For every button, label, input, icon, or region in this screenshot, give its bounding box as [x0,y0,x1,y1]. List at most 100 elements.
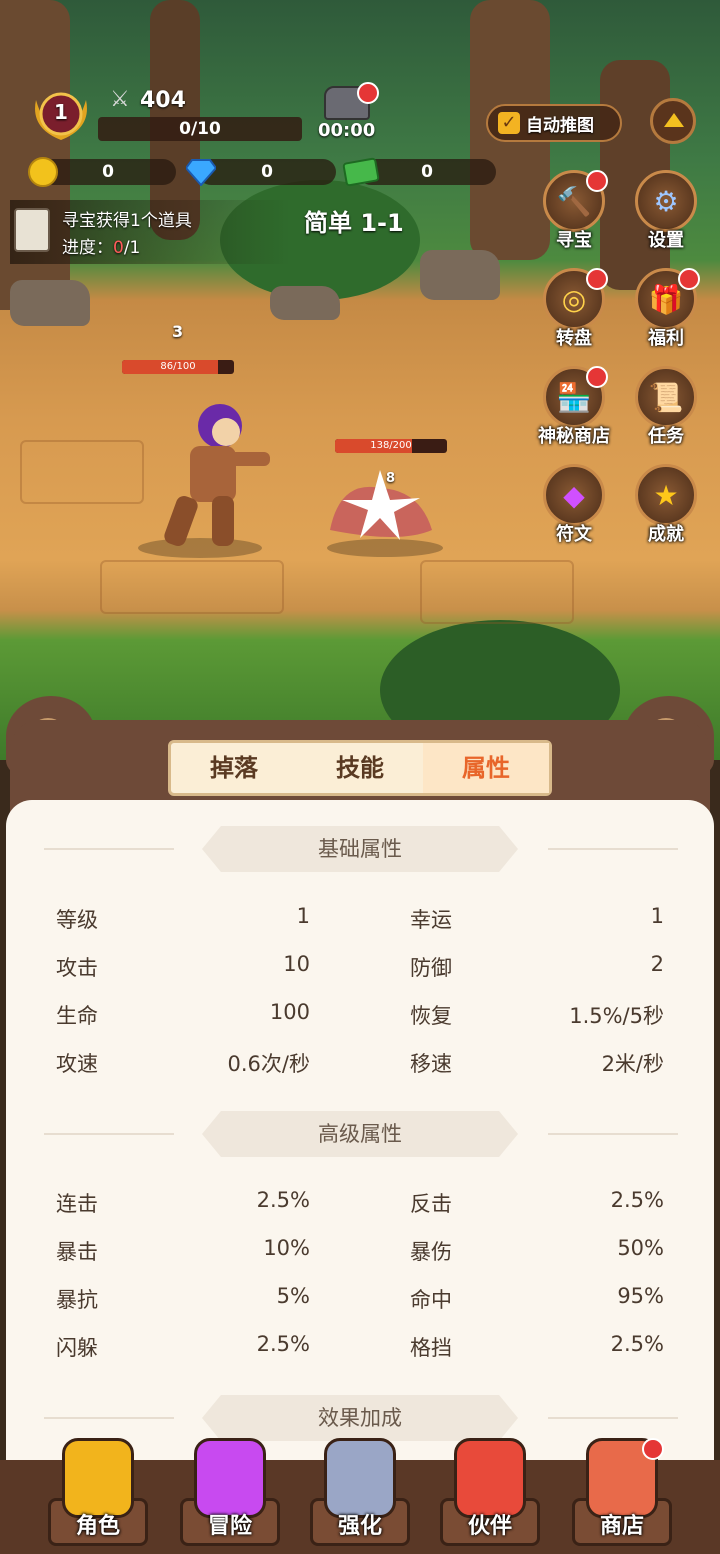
side-button-6[interactable]: ◆ 符文 [532,464,616,554]
attribute-value: 95% [617,1284,664,1308]
attribute-row: 生命 100 [56,1000,310,1036]
exp-bar: 0/10 [98,117,302,141]
side-button-label: 转盘 [556,328,592,349]
quest-title: 寻宝获得1个道具 [62,211,192,231]
quest-progress: 进度：0/1 [62,233,140,258]
tab-drops[interactable]: 掉落 [171,743,297,793]
collapse-button[interactable] [650,98,696,144]
notification-dot [586,170,608,192]
quest-progress-total: /1 [123,238,141,258]
attribute-name: 暴抗 [56,1288,98,1312]
nav-label: 角色 [75,1514,120,1539]
player-hp-text: 86/100 [160,361,196,372]
nav-portal[interactable]: 冒险 [174,1438,286,1550]
exp-text: 0/10 [179,119,221,139]
attribute-row: 连击 2.5% [56,1188,310,1224]
diamond-value: 0 [261,162,273,182]
side-button-label: 寻宝 [556,230,592,251]
attribute-name: 攻速 [56,1052,98,1076]
attribute-value: 1.5%/5秒 [569,1004,664,1028]
side-button-label: 神秘商店 [538,426,610,447]
attribute-value: 5% [276,1284,310,1308]
side-button-7[interactable]: ★ 成就 [624,464,708,554]
attribute-name: 防御 [410,956,452,980]
attribute-value: 2.5% [610,1332,664,1356]
attribute-value: 1 [296,904,310,928]
armor-icon [62,1438,134,1518]
effect-section-title: 效果加成 [202,1395,518,1441]
portal-icon [194,1438,266,1518]
level-badge[interactable]: 1 [28,88,94,140]
side-button-0[interactable]: 🔨 寻宝 [532,170,616,260]
attribute-row: 暴击 10% [56,1236,310,1272]
nav-companions[interactable]: 伙伴 [434,1438,546,1550]
cash-counter: 0 [358,159,496,185]
combat-power: 404 [140,88,186,113]
gem-icon: ◆ [543,464,605,526]
auto-push-toggle[interactable]: ✓ 自动推图 [486,104,622,142]
side-button-label: 符文 [556,524,592,545]
attribute-name: 暴伤 [410,1240,452,1264]
side-button-label: 任务 [648,426,684,447]
nav-store[interactable]: 商店 [566,1438,678,1550]
attribute-name: 连击 [56,1192,98,1216]
side-button-2[interactable]: ◎ 转盘 [532,268,616,358]
attribute-row: 命中 95% [410,1284,664,1320]
side-button-1[interactable]: ⚙ 设置 [624,170,708,260]
coin-icon [28,157,58,187]
attribute-value: 10% [263,1236,310,1260]
quest-panel[interactable]: 寻宝获得1个道具 进度：0/1 [10,200,290,264]
attribute-value: 2.5% [610,1188,664,1212]
stage-label: 简单 1-1 [304,209,404,237]
attribute-row: 等级 1 [56,904,310,940]
attribute-value: 100 [269,1000,310,1024]
notification-dot [678,268,700,290]
tab-skills[interactable]: 技能 [297,743,423,793]
notification-dot [642,1438,664,1460]
attribute-row: 防御 2 [410,952,664,988]
advanced-section-title: 高级属性 [202,1111,518,1157]
attribute-row: 反击 2.5% [410,1188,664,1224]
attribute-name: 幸运 [410,908,452,932]
player-level: 1 [54,100,68,124]
notification-dot [357,82,379,104]
rock [10,280,90,326]
enemy-hp-text: 138/200 [370,440,412,451]
attribute-value: 2米/秒 [601,1052,664,1076]
attributes-sheet[interactable]: 基础属性 等级 1 幸运 1 攻击 10 防御 2 生命 100 恢复 1.5%/5秒 攻速 0.6次/秒… [6,800,714,1460]
attribute-value: 2.5% [256,1188,310,1212]
attribute-name: 格挡 [410,1336,452,1360]
nav-label: 伙伴 [467,1514,512,1539]
side-button-4[interactable]: 🏪 神秘商店 [532,366,616,456]
notification-dot [586,366,608,388]
auto-push-label: 自动推图 [526,116,594,136]
enemy-monster [320,460,450,560]
nav-anvil[interactable]: 强化 [304,1438,416,1550]
swords-icon: ⚔ [110,87,130,112]
nav-label: 商店 [599,1514,644,1539]
attribute-row: 暴伤 50% [410,1236,664,1272]
gold-counter: 0 [40,159,176,185]
attribute-value: 2 [650,952,664,976]
gold-value: 0 [102,162,114,182]
side-button-3[interactable]: 🎁 福利 [624,268,708,358]
scroll-icon: 📜 [635,366,697,428]
scroll-icon [14,208,50,252]
attribute-value: 0.6次/秒 [227,1052,310,1076]
attribute-row: 攻击 10 [56,952,310,988]
effect-section-header: 效果加成 [6,1395,714,1441]
side-button-5[interactable]: 📜 任务 [624,366,708,456]
star-icon: ★ [635,464,697,526]
attribute-name: 移速 [410,1052,452,1076]
basic-section-header: 基础属性 [6,826,714,872]
nav-armor[interactable]: 角色 [42,1438,154,1550]
rock [420,250,500,300]
cash-value: 0 [421,162,433,182]
quest-progress-current: 0 [113,238,124,258]
ground-tile [420,560,574,624]
side-button-label: 成就 [648,524,684,545]
tab-attributes[interactable]: 属性 [423,743,549,793]
rock [270,286,340,320]
attribute-name: 攻击 [56,956,98,980]
attribute-name: 闪躲 [56,1336,98,1360]
